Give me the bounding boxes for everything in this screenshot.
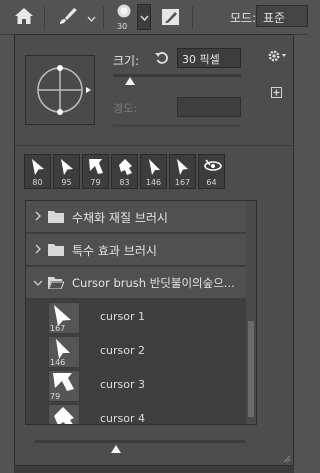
brush-tip-preview-icon[interactable] bbox=[116, 3, 132, 22]
brush-thumbnail-size: 146 bbox=[50, 358, 66, 367]
recent-brush-size: 79 bbox=[90, 178, 101, 187]
recent-brush-size: 95 bbox=[61, 178, 72, 187]
brush-preset-panel: 크기: 30 픽셀 경도: 80 95 79 83 146 167 64 수채화… bbox=[14, 34, 294, 466]
mode-value: 표준 bbox=[263, 11, 286, 25]
brush-size-number: 30 bbox=[117, 22, 128, 31]
brush-name: cursor 1 bbox=[100, 310, 146, 323]
thumbnail-size-slider[interactable] bbox=[35, 440, 245, 443]
brush-group-label: 특수 효과 브러시 bbox=[72, 244, 157, 258]
recent-brushes: 80 95 79 83 146 167 64 bbox=[24, 154, 257, 190]
brush-list: 수채화 재질 브러시 특수 효과 브러시 Cursor brush 반딧불이의숲… bbox=[25, 200, 257, 425]
folder-icon bbox=[48, 244, 64, 256]
brush-settings-icon[interactable] bbox=[161, 7, 181, 30]
add-icon[interactable] bbox=[271, 87, 282, 101]
scrollbar-thumb[interactable] bbox=[248, 321, 254, 417]
brush-list-item[interactable]: 83 cursor 4 bbox=[26, 403, 245, 425]
resize-grip-icon[interactable] bbox=[282, 453, 291, 466]
chevron-down-icon[interactable] bbox=[33, 280, 43, 286]
recent-brush-item[interactable]: 95 bbox=[53, 154, 80, 189]
brush-thumbnail-size: 79 bbox=[50, 392, 61, 401]
recent-brush-size: 83 bbox=[119, 178, 130, 187]
brush-name: cursor 4 bbox=[100, 412, 146, 425]
size-input[interactable]: 30 픽셀 bbox=[177, 48, 241, 68]
mode-select[interactable]: 표준 bbox=[256, 5, 308, 27]
recent-brush-size: 146 bbox=[145, 178, 162, 187]
brush-name: cursor 3 bbox=[100, 378, 146, 391]
brush-picker-toggle[interactable] bbox=[137, 4, 151, 30]
recent-brush-item[interactable]: 146 bbox=[140, 154, 167, 189]
hardness-label: 경도: bbox=[113, 102, 137, 115]
size-slider-thumb[interactable] bbox=[125, 75, 135, 88]
size-label: 크기: bbox=[113, 54, 140, 68]
options-bar: 30 모드: 표준 bbox=[0, 0, 308, 35]
brush-thumbnail: 146 bbox=[48, 336, 80, 368]
recent-brush-item[interactable]: 79 bbox=[82, 154, 109, 189]
brush-thumbnail: 79 bbox=[48, 370, 80, 402]
recent-brush-size: 64 bbox=[206, 178, 217, 187]
brush-group-label: Cursor brush 반딧불이의숲으... bbox=[72, 276, 235, 290]
hardness-input[interactable] bbox=[177, 97, 241, 117]
gear-icon[interactable] bbox=[268, 50, 288, 65]
brush-icon[interactable] bbox=[56, 6, 82, 31]
brush-list-item[interactable]: 79 cursor 3 bbox=[26, 369, 245, 403]
recent-brush-item[interactable]: 64 bbox=[198, 154, 225, 189]
brush-group-special-effects[interactable]: 특수 효과 브러시 bbox=[26, 234, 256, 266]
brush-list-item[interactable]: 167 cursor 1 bbox=[26, 301, 245, 335]
recent-brush-size: 80 bbox=[32, 178, 43, 187]
reset-icon[interactable] bbox=[154, 50, 170, 69]
recent-brush-size: 167 bbox=[174, 178, 191, 187]
recent-brush-item[interactable]: 80 bbox=[24, 154, 51, 189]
recent-brush-item[interactable]: 83 bbox=[111, 154, 138, 189]
chevron-right-icon[interactable] bbox=[35, 244, 41, 254]
brush-name: cursor 2 bbox=[100, 344, 146, 357]
home-icon[interactable] bbox=[14, 7, 34, 28]
brush-thumbnail-size: 167 bbox=[50, 324, 66, 333]
brush-group-label: 수채화 재질 브러시 bbox=[72, 211, 168, 225]
brush-group-cursor[interactable]: Cursor brush 반딧불이의숲으... bbox=[26, 267, 256, 299]
mode-label: 모드: bbox=[230, 11, 257, 25]
brush-thumbnail: 167 bbox=[48, 302, 80, 334]
folder-icon bbox=[48, 211, 64, 223]
brush-dropdown-chevron-icon[interactable] bbox=[87, 12, 96, 25]
brush-list-scrollbar[interactable] bbox=[246, 201, 256, 424]
hardness-slider[interactable] bbox=[113, 124, 241, 127]
brush-list-item[interactable]: 146 cursor 2 bbox=[26, 335, 245, 369]
brush-group-watercolor[interactable]: 수채화 재질 브러시 bbox=[26, 201, 256, 233]
folder-open-icon bbox=[48, 277, 64, 289]
chevron-right-icon[interactable] bbox=[35, 211, 41, 221]
panel-bottom-edge bbox=[14, 466, 294, 473]
recent-brush-item[interactable]: 167 bbox=[169, 154, 196, 189]
size-value: 30 픽셀 bbox=[182, 53, 220, 66]
brush-thumbnail: 83 bbox=[48, 404, 80, 424]
thumbnail-size-slider-thumb[interactable] bbox=[111, 443, 121, 456]
brush-angle-preview[interactable] bbox=[25, 55, 95, 125]
